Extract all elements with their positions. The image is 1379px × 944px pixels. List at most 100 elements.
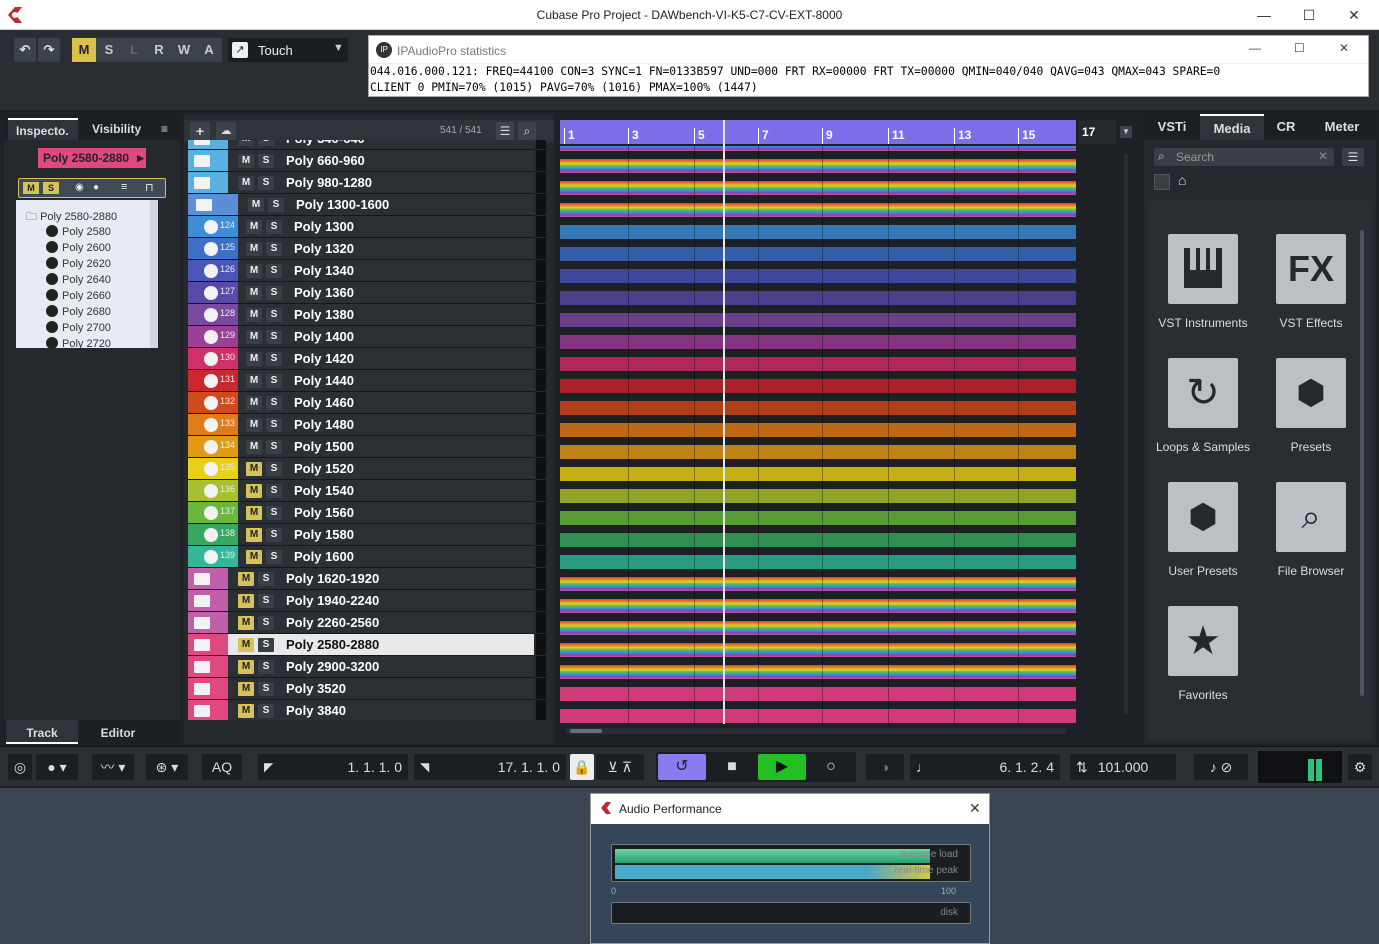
punch-icons[interactable]: ⊻ ⊼ <box>596 754 644 780</box>
track-mute-button[interactable]: M <box>238 572 254 586</box>
tree-item[interactable]: Poly 2700 <box>46 320 111 336</box>
ipaudio-minimize-button[interactable]: — <box>1249 41 1261 55</box>
track-solo-button[interactable]: S <box>258 140 274 146</box>
tree-item[interactable]: Poly 2580 <box>46 224 111 240</box>
inspector-mute-button[interactable]: M <box>23 182 39 194</box>
ruler-menu-icon[interactable]: ▼ <box>1120 126 1132 138</box>
listen-mode-button[interactable]: L <box>122 38 146 62</box>
track-solo-button[interactable]: S <box>266 330 282 344</box>
track-mute-button[interactable]: M <box>238 682 254 696</box>
tab-vsti[interactable]: VSTi <box>1148 114 1196 140</box>
maximize-button[interactable]: ☐ <box>1286 0 1332 30</box>
track-mute-button[interactable]: M <box>246 264 262 278</box>
read-write-icon[interactable]: ≡ <box>121 181 127 193</box>
loops-samples-tile[interactable]: ↻ <box>1168 358 1238 428</box>
track-mute-button[interactable]: M <box>246 506 262 520</box>
event-part[interactable] <box>560 577 1076 591</box>
track-solo-button[interactable]: S <box>266 506 282 520</box>
event-part[interactable] <box>560 533 1076 547</box>
event-part[interactable] <box>560 621 1076 635</box>
cycle-button[interactable]: ↺ <box>658 754 706 780</box>
list-view-icon[interactable]: ☰ <box>1342 148 1364 166</box>
inspector-menu-icon[interactable]: ≡ <box>161 118 168 140</box>
horizontal-scrollbar[interactable] <box>566 728 1066 734</box>
tree-scrollbar[interactable] <box>150 200 158 348</box>
track-row[interactable]: 131 M S Poly 1440 <box>188 370 546 392</box>
redo-button[interactable]: ↷ <box>38 38 60 62</box>
track-row[interactable]: 130 M S Poly 1420 <box>188 348 546 370</box>
track-row[interactable]: M S Poly 1940-2240 <box>188 590 546 612</box>
timeline-ruler[interactable]: 1 3 5 7 9 11 13 15 <box>560 120 1076 144</box>
track-solo-button[interactable]: S <box>258 594 274 608</box>
track-mute-button[interactable]: M <box>246 330 262 344</box>
clear-search-icon[interactable]: ✕ <box>1318 149 1328 163</box>
tree-item[interactable]: Poly 2620 <box>46 256 111 272</box>
track-row[interactable]: 135 M S Poly 1520 <box>188 458 546 480</box>
event-part[interactable] <box>560 357 1076 371</box>
track-mute-button[interactable]: M <box>238 594 254 608</box>
tab-visibility[interactable]: Visibility <box>92 118 141 140</box>
event-part[interactable] <box>560 291 1076 305</box>
track-solo-button[interactable]: S <box>258 682 274 696</box>
event-part[interactable] <box>560 687 1076 701</box>
track-mute-button[interactable]: M <box>238 616 254 630</box>
event-part[interactable] <box>560 181 1076 195</box>
event-part[interactable] <box>560 146 1076 151</box>
lock-icon[interactable]: 🔒 <box>570 754 594 780</box>
solo-mode-button[interactable]: S <box>97 38 121 62</box>
track-mute-button[interactable]: M <box>246 220 262 234</box>
track-solo-button[interactable]: S <box>266 242 282 256</box>
scrollbar-thumb[interactable] <box>570 729 602 733</box>
track-solo-button[interactable]: S <box>258 660 274 674</box>
track-solo-button[interactable]: S <box>266 418 282 432</box>
track-mute-button[interactable]: M <box>246 286 262 300</box>
track-mute-button[interactable]: M <box>246 242 262 256</box>
event-part[interactable] <box>560 203 1076 217</box>
media-checkbox[interactable] <box>1154 174 1170 190</box>
track-row[interactable]: 124 M S Poly 1300 <box>188 216 546 238</box>
media-search-input[interactable]: ⌕ Search ✕ <box>1154 148 1334 166</box>
tree-item[interactable]: Poly 2640 <box>46 272 111 288</box>
automation-mode-select[interactable]: ↗ Touch ▼ <box>228 38 348 62</box>
event-part[interactable] <box>560 555 1076 569</box>
track-row[interactable]: MS Poly 340-640 <box>188 140 546 150</box>
track-solo-button[interactable]: S <box>266 528 282 542</box>
auto-quantize-button[interactable]: AQ <box>202 754 242 780</box>
event-part[interactable] <box>560 225 1076 239</box>
minimize-button[interactable]: — <box>1241 0 1287 30</box>
home-icon[interactable]: ⌂ <box>1178 172 1186 188</box>
track-solo-button[interactable]: S <box>258 704 274 718</box>
event-part[interactable] <box>560 423 1076 437</box>
settings-gear-icon[interactable]: ⚙ <box>1348 754 1372 780</box>
track-row[interactable]: 137 M S Poly 1560 <box>188 502 546 524</box>
track-row[interactable]: 138 M S Poly 1580 <box>188 524 546 546</box>
track-solo-button[interactable]: S <box>266 550 282 564</box>
track-row[interactable]: M S Poly 2580-2880 <box>188 634 546 656</box>
track-mute-button[interactable]: M <box>238 638 254 652</box>
track-row[interactable]: 126 M S Poly 1340 <box>188 260 546 282</box>
track-mute-button[interactable]: M <box>238 704 254 718</box>
tab-track[interactable]: Track <box>6 720 78 744</box>
lock-icon[interactable]: ⊓ <box>145 181 154 194</box>
track-mute-button[interactable]: M <box>238 154 254 168</box>
write-mode-button[interactable]: W <box>172 38 196 62</box>
track-mute-button[interactable]: M <box>248 198 264 212</box>
track-mute-button[interactable]: M <box>246 550 262 564</box>
track-row[interactable]: 129 M S Poly 1400 <box>188 326 546 348</box>
track-row[interactable]: M S Poly 660-960 <box>188 150 546 172</box>
track-row[interactable]: M S Poly 980-1280 <box>188 172 546 194</box>
media-scrollbar[interactable] <box>1360 230 1364 696</box>
track-row[interactable]: M S Poly 1300-1600 <box>188 194 546 216</box>
track-mute-button[interactable]: M <box>238 176 254 190</box>
record-enable-icon[interactable]: ◉ <box>75 182 84 193</box>
track-row[interactable]: 132 M S Poly 1460 <box>188 392 546 414</box>
event-part[interactable] <box>560 511 1076 525</box>
close-button[interactable]: ✕ <box>1331 0 1377 30</box>
ipaudio-maximize-button[interactable]: ☐ <box>1294 41 1305 55</box>
inspector-solo-button[interactable]: S <box>43 182 59 194</box>
tab-cr[interactable]: CR <box>1268 114 1304 140</box>
event-part[interactable] <box>560 489 1076 503</box>
tree-item[interactable]: Poly 2660 <box>46 288 111 304</box>
event-part[interactable] <box>560 665 1076 679</box>
track-solo-button[interactable]: S <box>266 308 282 322</box>
